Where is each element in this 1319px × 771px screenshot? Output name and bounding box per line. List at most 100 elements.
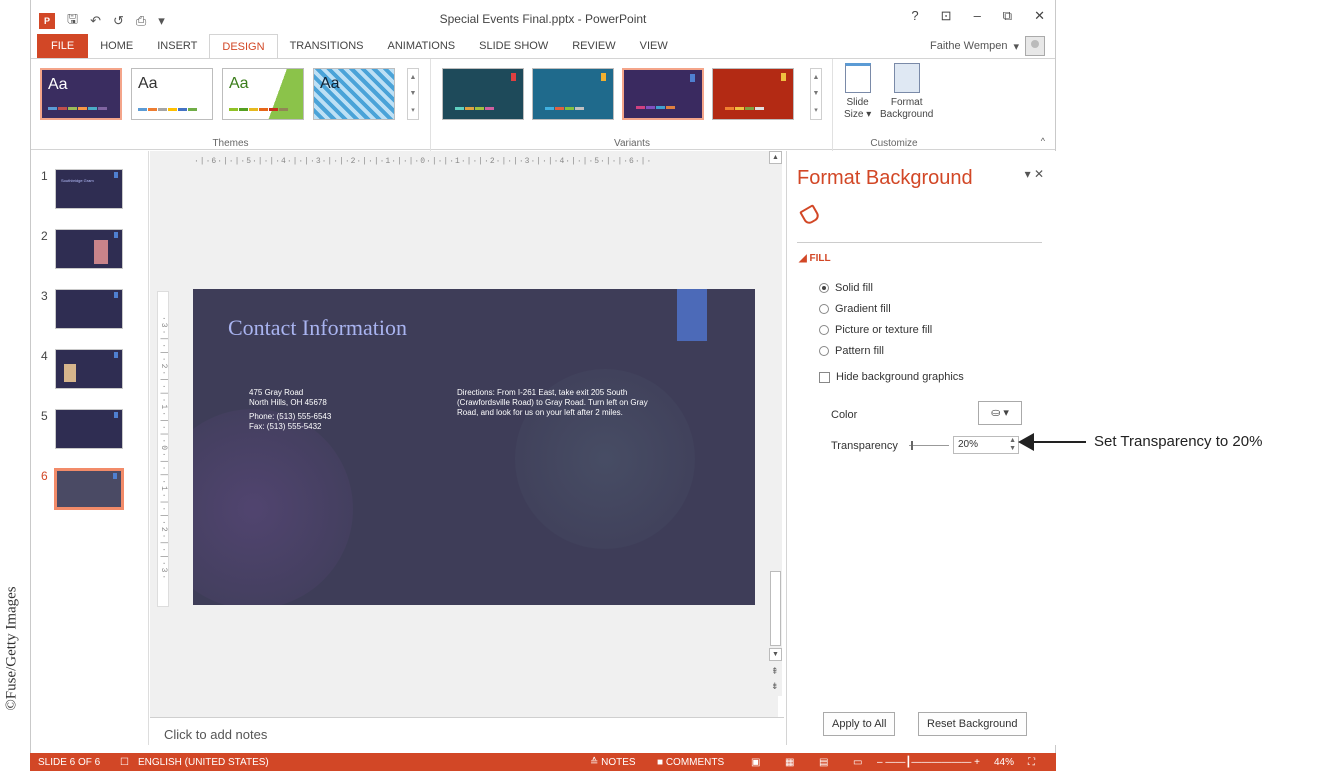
theme-thumb-current[interactable]: Aa	[40, 68, 122, 120]
picture-fill-option[interactable]: Picture or texture fill	[819, 324, 932, 336]
reset-background-button[interactable]: Reset Background	[918, 712, 1027, 736]
pattern-fill-option[interactable]: Pattern fill	[819, 345, 884, 357]
slide-thumbnail-1[interactable]: Southbridge Gram	[55, 169, 123, 209]
format-bg-label-1: Format	[890, 97, 923, 108]
transparency-input[interactable]: 20% ▲ ▼	[953, 436, 1019, 454]
thumbnail-item[interactable]: 5	[41, 409, 123, 449]
tab-review[interactable]: REVIEW	[560, 34, 627, 58]
thumb-accent	[114, 232, 118, 238]
tab-design[interactable]: DESIGN	[209, 34, 278, 58]
thumb-number: 6	[41, 469, 48, 483]
directions-text[interactable]: Directions: From I-261 East, take exit 2…	[457, 388, 667, 418]
tab-animations[interactable]: ANIMATIONS	[376, 34, 468, 58]
tab-slide-show[interactable]: SLIDE SHOW	[467, 34, 560, 58]
thumb-accent	[114, 292, 118, 298]
collapse-ribbon-icon[interactable]: ^	[1041, 136, 1045, 146]
variants-scroller[interactable]: ▲ ▼ ▾	[810, 68, 822, 120]
theme-thumb-office[interactable]: Aa	[131, 68, 213, 120]
variant-thumb-4[interactable]	[712, 68, 794, 120]
hide-background-graphics-checkbox[interactable]: Hide background graphics	[819, 371, 964, 383]
color-bar	[138, 108, 197, 111]
option-label: Solid fill	[835, 282, 873, 294]
horizontal-ruler: ·|·6·|·|·5·|·|·4·|·|·3·|·|·2·|·|·1·|·|·0…	[194, 157, 653, 166]
variants-group: ▲ ▼ ▾ Variants	[432, 59, 833, 151]
pane-options-icon[interactable]: ▾	[1025, 167, 1031, 181]
address-line-1: 475 Gray Road	[249, 388, 304, 397]
fill-bucket-icon[interactable]	[799, 204, 821, 226]
spinner-icon[interactable]: ▲ ▼	[1009, 437, 1016, 453]
variant-thumb-3[interactable]	[622, 68, 704, 120]
comments-button[interactable]: ■ COMMENTS	[657, 757, 724, 768]
scrollbar-thumb[interactable]	[770, 571, 781, 646]
slide-thumbnail-2[interactable]	[55, 229, 123, 269]
slide-show-icon[interactable]: ▭	[853, 757, 862, 768]
slide-thumbnail-3[interactable]	[55, 289, 123, 329]
user-account[interactable]: Faithe Wempen ▾	[930, 36, 1045, 56]
tab-home[interactable]: HOME	[88, 34, 145, 58]
slide-title[interactable]: Contact Information	[228, 315, 407, 341]
theme-aa: Aa	[48, 76, 68, 93]
transparency-slider[interactable]	[909, 441, 949, 450]
normal-view-icon[interactable]: ▣	[751, 757, 760, 768]
paint-bucket-icon: ⛀	[991, 407, 1001, 419]
previous-slide-icon[interactable]: ⇞	[771, 666, 779, 677]
tab-view[interactable]: VIEW	[628, 34, 680, 58]
themes-scroller[interactable]: ▲ ▼ ▾	[407, 68, 419, 120]
reading-view-icon[interactable]: ▤	[819, 757, 828, 768]
theme-thumb-facet[interactable]: Aa	[222, 68, 304, 120]
zoom-level[interactable]: 44%	[994, 757, 1014, 768]
callout-text: Set Transparency to 20%	[1094, 433, 1263, 450]
slide-thumbnail-5[interactable]	[55, 409, 123, 449]
theme-aa: Aa	[229, 75, 249, 92]
notes-button[interactable]: ≙ NOTES	[590, 757, 636, 768]
option-label: Picture or texture fill	[835, 324, 933, 336]
notes-pane[interactable]: Click to add notes	[150, 717, 784, 745]
scroll-down-button[interactable]: ▼	[769, 648, 782, 661]
color-bar	[48, 107, 107, 110]
spelling-icon[interactable]: ☐	[120, 757, 129, 768]
language-status[interactable]: ENGLISH (UNITED STATES)	[138, 757, 269, 768]
option-label: Pattern fill	[835, 345, 884, 357]
transparency-label: Transparency	[831, 440, 898, 452]
vertical-ruler: ·3·|·|·2·|·|·1·|·|·0·|·|·1·|·|·2·|·|·3·	[157, 291, 169, 607]
address-block[interactable]: 475 Gray Road North Hills, OH 45678 Phon…	[249, 388, 331, 432]
tab-file[interactable]: FILE	[37, 34, 89, 58]
thumbnail-item[interactable]: 1 Southbridge Gram	[41, 169, 123, 209]
tab-insert[interactable]: INSERT	[145, 34, 209, 58]
zoom-slider[interactable]: – ——┃—————— +	[877, 757, 980, 768]
thumbnail-item[interactable]: 4	[41, 349, 123, 389]
color-bar	[229, 108, 288, 111]
ribbon-tabs: FILE HOME INSERT DESIGN TRANSITIONS ANIM…	[31, 34, 1055, 58]
window-controls: ? ⊡ – ⧉ ✕	[911, 8, 1045, 24]
help-button[interactable]: ?	[911, 8, 918, 24]
variant-thumb-2[interactable]	[532, 68, 614, 120]
minimize-button[interactable]: –	[974, 8, 981, 24]
scroll-up-button[interactable]: ▲	[769, 151, 782, 164]
vertical-scrollbar[interactable]: ▲ ▼ ⇞ ⇟	[769, 151, 782, 696]
thumbnail-item[interactable]: 3	[41, 289, 123, 329]
address-line-2: North Hills, OH 45678	[249, 398, 327, 407]
next-slide-icon[interactable]: ⇟	[771, 681, 779, 692]
variant-thumb-1[interactable]	[442, 68, 524, 120]
thumbnail-item[interactable]: 6	[41, 468, 124, 510]
color-picker-button[interactable]: ⛀ ▾	[978, 401, 1022, 425]
ribbon-display-button[interactable]: ⊡	[941, 8, 952, 24]
close-button[interactable]: ✕	[1034, 8, 1045, 24]
apply-to-all-button[interactable]: Apply to All	[823, 712, 896, 736]
slide-thumbnail-4[interactable]	[55, 349, 123, 389]
solid-fill-option[interactable]: Solid fill	[819, 282, 873, 294]
fill-section-header[interactable]: ◢ FILL	[799, 253, 831, 264]
current-slide[interactable]: Contact Information 475 Gray Road North …	[193, 289, 755, 605]
restore-button[interactable]: ⧉	[1003, 8, 1012, 24]
thumb-accent	[113, 473, 117, 479]
slide-sorter-icon[interactable]: ▦	[785, 757, 794, 768]
slide-thumbnail-6[interactable]	[54, 468, 124, 510]
theme-thumb-integral[interactable]: Aa	[313, 68, 395, 120]
gradient-fill-option[interactable]: Gradient fill	[819, 303, 891, 315]
slide-size-button[interactable]: Slide Size ▾	[844, 63, 871, 121]
fit-slide-icon[interactable]: ⛶	[1028, 757, 1035, 768]
thumbnail-item[interactable]: 2	[41, 229, 123, 269]
tab-transitions[interactable]: TRANSITIONS	[278, 34, 376, 58]
pane-close-icon[interactable]: ✕	[1034, 167, 1044, 181]
format-background-button[interactable]: Format Background	[880, 63, 933, 121]
